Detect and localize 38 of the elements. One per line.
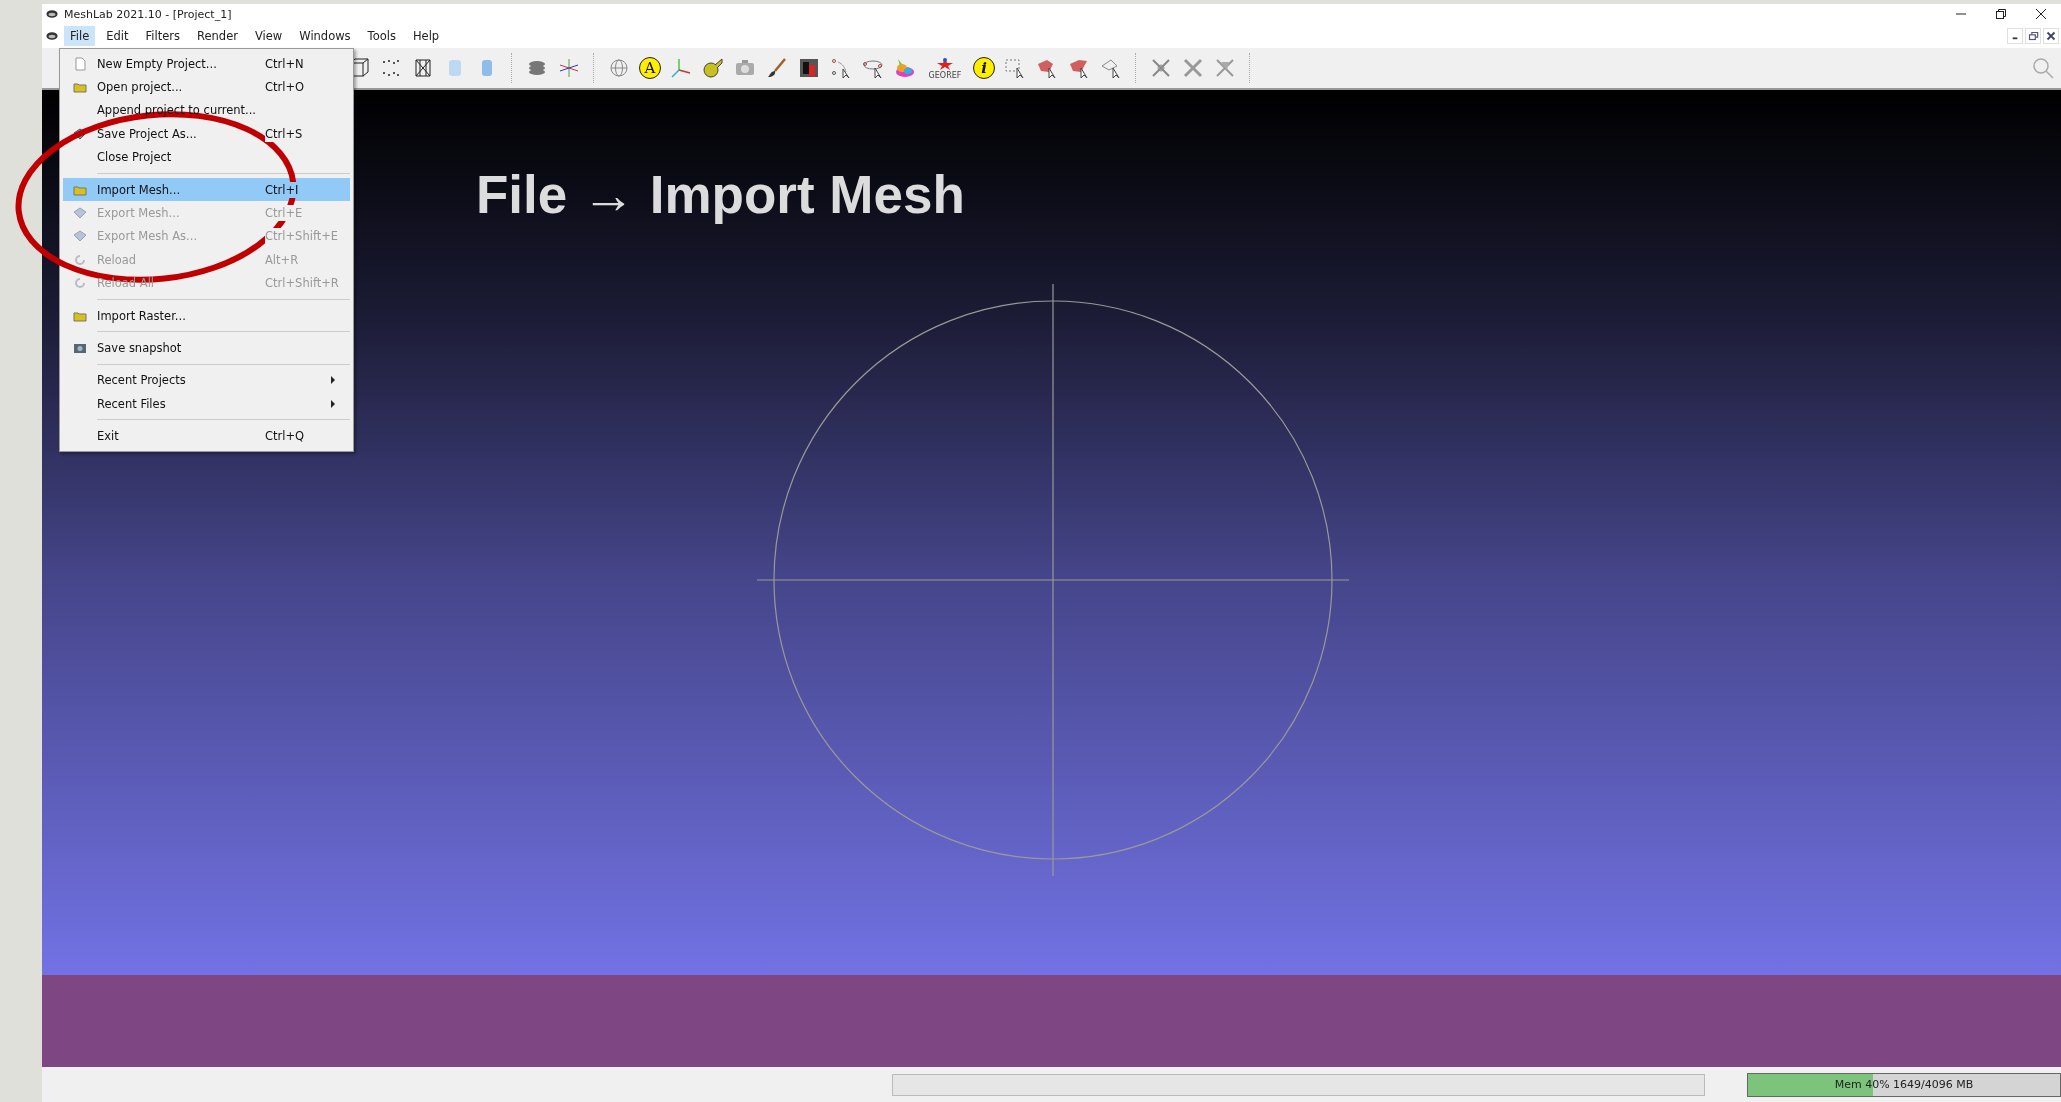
- submenu-arrow-icon: [330, 399, 336, 408]
- brush-icon[interactable]: [765, 56, 789, 80]
- axes-icon[interactable]: [669, 56, 693, 80]
- window-title: MeshLab 2021.10 - [Project_1]: [64, 7, 232, 21]
- caption: File → Import Mesh: [476, 164, 965, 225]
- menu-item[interactable]: Render: [191, 26, 244, 46]
- info-button[interactable]: i: [973, 57, 995, 79]
- globe-icon[interactable]: [607, 56, 631, 80]
- restore-icon[interactable]: [1995, 8, 2007, 20]
- axes-icon[interactable]: [557, 56, 581, 80]
- app-icon: [46, 31, 58, 41]
- close-icon[interactable]: [2035, 8, 2047, 20]
- restore-icon[interactable]: [2025, 28, 2041, 44]
- memory-reading: Mem 40% 1649/4096 MB: [1834, 1078, 1974, 1091]
- menu-item[interactable]: Windows: [293, 26, 357, 46]
- georef-button[interactable]: GEOREF: [925, 56, 965, 80]
- diamond-icon: [73, 229, 87, 244]
- diamond-icon: [73, 206, 87, 221]
- logo-icon[interactable]: [797, 56, 821, 80]
- menu-item[interactable]: View: [248, 26, 289, 46]
- camera-icon: [73, 341, 87, 355]
- menu-item[interactable]: Filters: [139, 26, 186, 46]
- folder-icon: [73, 80, 87, 95]
- page-icon: [73, 56, 87, 71]
- submenu-arrow-icon: [330, 376, 336, 385]
- menu-item[interactable]: File: [64, 26, 96, 46]
- app-icon: [46, 9, 58, 19]
- annotation-button[interactable]: A: [639, 57, 661, 79]
- crossed-tool-icon[interactable]: [1181, 56, 1205, 80]
- menu-item[interactable]: Edit: [100, 26, 135, 46]
- minimize-icon[interactable]: [2007, 28, 2023, 44]
- star-icon: [935, 56, 955, 71]
- tape-measure-icon[interactable]: [701, 56, 725, 80]
- menu-entry[interactable]: Import Mesh... Ctrl+I: [63, 177, 350, 202]
- menu-item[interactable]: Tools: [361, 26, 402, 46]
- menu-item[interactable]: Help: [406, 26, 446, 46]
- reload-icon: [73, 252, 87, 267]
- reload-icon: [73, 276, 87, 291]
